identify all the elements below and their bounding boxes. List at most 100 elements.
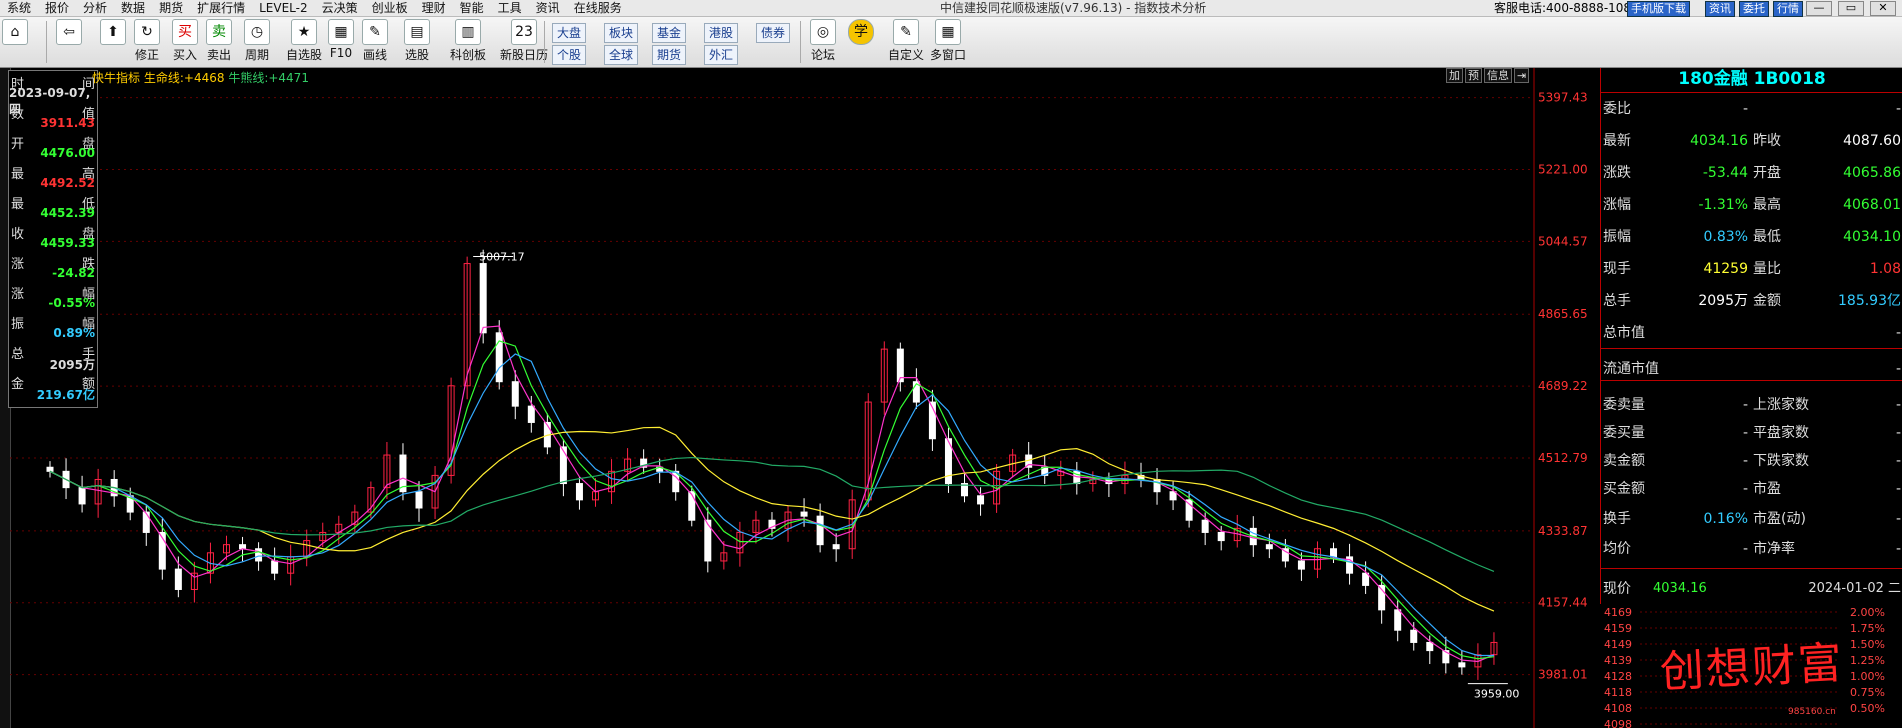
quote-value: -: [1895, 425, 1901, 441]
info-row: 总手 2095万: [9, 343, 97, 373]
ma-line-blue: [49, 353, 1494, 657]
toolbar-button[interactable]: 学: [848, 19, 874, 46]
toolbar-label: 自定义: [888, 48, 925, 62]
sector-dropdown[interactable]: 板块: [604, 23, 639, 43]
menu-item[interactable]: 理财: [415, 0, 453, 16]
candle-body: [511, 381, 519, 407]
toolbar-button[interactable]: ◎ 论坛: [810, 19, 836, 63]
minimize-button[interactable]: —: [1806, 1, 1832, 16]
quote-value: -: [1895, 397, 1901, 413]
quote-row: 卖金额 - 下跌家数 -: [1601, 450, 1902, 472]
menu-item[interactable]: LEVEL-2: [252, 0, 315, 16]
service-phone: 客服电话:400-8888-108: [1494, 1, 1632, 15]
toolbar-button[interactable]: ★ 自选股: [286, 19, 322, 63]
quote-value: -: [1742, 453, 1748, 469]
candle-body: [1394, 609, 1402, 631]
menu-item[interactable]: 期货: [152, 0, 190, 16]
mobile-download-button[interactable]: 手机版下载: [1627, 1, 1690, 17]
quote-value: -: [1742, 397, 1748, 413]
quote-value: -: [1895, 325, 1901, 341]
candle-body: [575, 483, 583, 501]
menu-item[interactable]: 数据: [114, 0, 152, 16]
info-row: 振幅 0.89%: [9, 313, 97, 343]
y-tick-label: 4512.79: [1538, 451, 1588, 465]
toolbar-label: 卖出: [206, 48, 231, 62]
toolbar-button[interactable]: 卖卖出: [206, 19, 232, 63]
candle-body: [174, 568, 182, 590]
info-row: 开盘 4476.00: [9, 133, 97, 163]
hk-stock-button[interactable]: 港股: [704, 23, 739, 43]
trade-button[interactable]: 委托: [1739, 1, 1769, 17]
toolbar-button[interactable]: ↻ 修正: [134, 19, 160, 63]
menu-item[interactable]: 扩展行情: [190, 0, 252, 16]
forex-button[interactable]: 外汇: [704, 45, 739, 65]
futures-dropdown[interactable]: 期货: [652, 45, 687, 65]
info-value: -0.55%: [48, 296, 95, 310]
quote-value: 4034.10: [1843, 229, 1901, 245]
toolbar-button[interactable]: 买买入: [172, 19, 198, 63]
toolbar-button[interactable]: ▦ F10: [328, 19, 354, 60]
menu-item[interactable]: 工具: [491, 0, 529, 16]
quote-row: 委卖量 - 上涨家数 -: [1601, 394, 1902, 416]
maximize-button[interactable]: ▭: [1838, 1, 1864, 16]
toolbar-label: 买入: [172, 48, 197, 62]
toolbar-button[interactable]: ◷ 周期: [244, 19, 270, 63]
menu-item[interactable]: 在线服务: [567, 0, 629, 16]
index-title: 180金融 1B0018: [1678, 69, 1826, 89]
close-button[interactable]: ✕: [1870, 1, 1896, 16]
add-indicator-button[interactable]: 加: [1446, 68, 1463, 83]
quote-button[interactable]: 行情: [1773, 1, 1803, 17]
info-row: 涨跌 -24.82: [9, 253, 97, 283]
quote-value: 4065.86: [1843, 165, 1901, 181]
mini-y-label: 4139: [1604, 654, 1632, 667]
forecast-button[interactable]: 预: [1465, 68, 1482, 83]
y-tick-label: 3981.01: [1538, 668, 1588, 682]
toolbar-button[interactable]: ✎ 画线: [362, 19, 388, 63]
fund-dropdown[interactable]: 基金: [652, 23, 687, 43]
kline-chart[interactable]: 5007.17 3959.00: [10, 68, 1536, 728]
info-row: 时间 2023-09-07,四: [9, 73, 97, 116]
toolbar-button[interactable]: ✎ 自定义: [888, 19, 924, 63]
toolbar-button[interactable]: ⬆: [100, 19, 126, 46]
quote-value: -1.31%: [1698, 197, 1748, 213]
toolbar-icon: 学: [848, 19, 874, 45]
market-dropdown[interactable]: 大盘: [552, 23, 587, 43]
menu-item[interactable]: 智能: [453, 0, 491, 16]
toolbar-button[interactable]: ▤ 选股: [404, 19, 430, 63]
quote-label: 市净率: [1753, 541, 1795, 557]
menu-item[interactable]: 云决策: [315, 0, 365, 16]
back-button[interactable]: ⇦: [56, 19, 82, 45]
bond-button[interactable]: 债券: [756, 23, 791, 43]
stock-dropdown[interactable]: 个股: [552, 45, 587, 65]
toolbar-icon: 卖: [206, 19, 232, 45]
quote-label: 换手: [1603, 511, 1631, 527]
collapse-icon[interactable]: ⇥: [1514, 68, 1530, 83]
menu-item[interactable]: 系统: [0, 0, 38, 16]
toolbar-label: 科创板: [450, 48, 487, 62]
menu-item[interactable]: 分析: [76, 0, 114, 16]
quote-label: 市盈(动): [1753, 511, 1806, 527]
quote-row: 总市值 -: [1601, 322, 1902, 344]
extreme-label: 3959.00: [1474, 688, 1520, 701]
quote-label: 振幅: [1603, 229, 1631, 245]
global-dropdown[interactable]: 全球: [604, 45, 639, 65]
toolbar-icon: 买: [172, 19, 198, 45]
toolbar-button[interactable]: 23 新股日历: [500, 19, 548, 63]
toolbar-button[interactable]: ▥ 科创板: [450, 19, 486, 63]
info-value: 219.67亿: [36, 388, 95, 402]
home-button[interactable]: ⌂: [2, 19, 28, 45]
quote-row: 换手 0.16% 市盈(动) -: [1601, 508, 1902, 530]
quote-label: 最高: [1753, 197, 1781, 213]
news-button[interactable]: 资讯: [1705, 1, 1735, 17]
candle-body: [1201, 519, 1209, 533]
menu-item[interactable]: 资讯: [529, 0, 567, 16]
info-button[interactable]: 信息: [1484, 68, 1512, 83]
mini-y-label: 4128: [1604, 670, 1632, 683]
menu-item[interactable]: 创业板: [365, 0, 415, 16]
quote-value: 1.08: [1869, 261, 1901, 277]
quote-label: 最低: [1753, 229, 1781, 245]
divider: [1601, 380, 1902, 381]
toolbar-button[interactable]: ▦ 多窗口: [930, 19, 966, 63]
menu-item[interactable]: 报价: [38, 0, 76, 16]
info-value: 4476.00: [40, 146, 95, 160]
